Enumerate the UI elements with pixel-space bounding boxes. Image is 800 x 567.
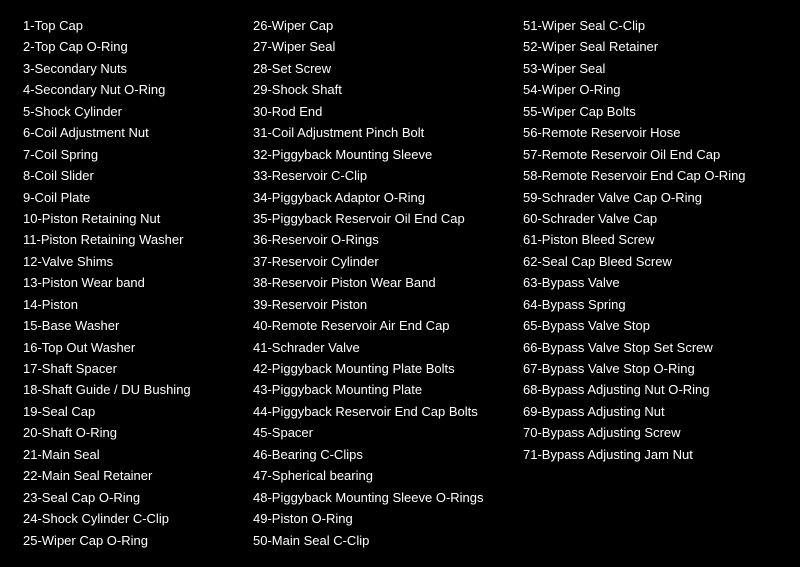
list-item: 19-Seal Cap [23, 401, 237, 422]
list-item: 48-Piggyback Mounting Sleeve O-Rings [253, 487, 507, 508]
list-item: 28-Set Screw [253, 58, 507, 79]
list-item: 50-Main Seal C-Clip [253, 530, 507, 551]
list-item: 70-Bypass Adjusting Screw [523, 422, 777, 443]
list-item: 35-Piggyback Reservoir Oil End Cap [253, 208, 507, 229]
list-item: 26-Wiper Cap [253, 15, 507, 36]
list-item: 36-Reservoir O-Rings [253, 229, 507, 250]
list-item: 47-Spherical bearing [253, 465, 507, 486]
list-item: 10-Piston Retaining Nut [23, 208, 237, 229]
list-item: 24-Shock Cylinder C-Clip [23, 508, 237, 529]
list-item: 45-Spacer [253, 422, 507, 443]
list-item: 68-Bypass Adjusting Nut O-Ring [523, 379, 777, 400]
list-item: 4-Secondary Nut O-Ring [23, 79, 237, 100]
list-item: 37-Reservoir Cylinder [253, 251, 507, 272]
list-item: 9-Coil Plate [23, 187, 237, 208]
list-item: 42-Piggyback Mounting Plate Bolts [253, 358, 507, 379]
list-item: 39-Reservoir Piston [253, 294, 507, 315]
list-item: 22-Main Seal Retainer [23, 465, 237, 486]
list-item: 71-Bypass Adjusting Jam Nut [523, 444, 777, 465]
list-item: 21-Main Seal [23, 444, 237, 465]
list-item: 54-Wiper O-Ring [523, 79, 777, 100]
list-item: 14-Piston [23, 294, 237, 315]
list-item: 53-Wiper Seal [523, 58, 777, 79]
list-item: 61-Piston Bleed Screw [523, 229, 777, 250]
list-item: 43-Piggyback Mounting Plate [253, 379, 507, 400]
list-item: 65-Bypass Valve Stop [523, 315, 777, 336]
list-item: 3-Secondary Nuts [23, 58, 237, 79]
list-item: 6-Coil Adjustment Nut [23, 122, 237, 143]
list-item: 49-Piston O-Ring [253, 508, 507, 529]
column-1: 1-Top Cap2-Top Cap O-Ring3-Secondary Nut… [15, 10, 245, 556]
list-item: 56-Remote Reservoir Hose [523, 122, 777, 143]
list-item: 58-Remote Reservoir End Cap O-Ring [523, 165, 777, 186]
list-item: 66-Bypass Valve Stop Set Screw [523, 337, 777, 358]
list-item: 34-Piggyback Adaptor O-Ring [253, 187, 507, 208]
list-item: 62-Seal Cap Bleed Screw [523, 251, 777, 272]
list-item: 29-Shock Shaft [253, 79, 507, 100]
list-item: 27-Wiper Seal [253, 36, 507, 57]
column-3: 51-Wiper Seal C-Clip52-Wiper Seal Retain… [515, 10, 785, 556]
list-item: 5-Shock Cylinder [23, 101, 237, 122]
list-item: 57-Remote Reservoir Oil End Cap [523, 144, 777, 165]
list-item: 30-Rod End [253, 101, 507, 122]
list-item: 60-Schrader Valve Cap [523, 208, 777, 229]
list-item: 64-Bypass Spring [523, 294, 777, 315]
list-item: 32-Piggyback Mounting Sleeve [253, 144, 507, 165]
parts-list: 1-Top Cap2-Top Cap O-Ring3-Secondary Nut… [15, 10, 785, 556]
list-item: 33-Reservoir C-Clip [253, 165, 507, 186]
list-item: 46-Bearing C-Clips [253, 444, 507, 465]
list-item: 40-Remote Reservoir Air End Cap [253, 315, 507, 336]
list-item: 23-Seal Cap O-Ring [23, 487, 237, 508]
column-2: 26-Wiper Cap27-Wiper Seal28-Set Screw29-… [245, 10, 515, 556]
list-item: 13-Piston Wear band [23, 272, 237, 293]
list-item: 38-Reservoir Piston Wear Band [253, 272, 507, 293]
list-item: 31-Coil Adjustment Pinch Bolt [253, 122, 507, 143]
list-item: 20-Shaft O-Ring [23, 422, 237, 443]
list-item: 59-Schrader Valve Cap O-Ring [523, 187, 777, 208]
list-item: 52-Wiper Seal Retainer [523, 36, 777, 57]
list-item: 67-Bypass Valve Stop O-Ring [523, 358, 777, 379]
list-item: 41-Schrader Valve [253, 337, 507, 358]
list-item: 25-Wiper Cap O-Ring [23, 530, 237, 551]
list-item: 63-Bypass Valve [523, 272, 777, 293]
list-item: 7-Coil Spring [23, 144, 237, 165]
list-item: 44-Piggyback Reservoir End Cap Bolts [253, 401, 507, 422]
list-item: 2-Top Cap O-Ring [23, 36, 237, 57]
list-item: 11-Piston Retaining Washer [23, 229, 237, 250]
list-item: 8-Coil Slider [23, 165, 237, 186]
list-item: 12-Valve Shims [23, 251, 237, 272]
list-item: 55-Wiper Cap Bolts [523, 101, 777, 122]
list-item: 69-Bypass Adjusting Nut [523, 401, 777, 422]
list-item: 16-Top Out Washer [23, 337, 237, 358]
list-item: 1-Top Cap [23, 15, 237, 36]
list-item: 17-Shaft Spacer [23, 358, 237, 379]
list-item: 15-Base Washer [23, 315, 237, 336]
list-item: 18-Shaft Guide / DU Bushing [23, 379, 237, 400]
list-item: 51-Wiper Seal C-Clip [523, 15, 777, 36]
